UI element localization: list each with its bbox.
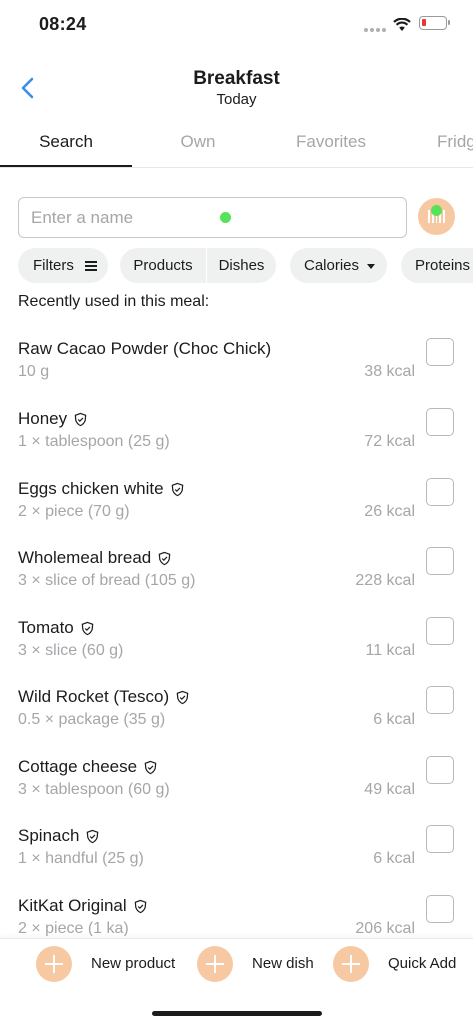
calories-label: Calories [304, 257, 360, 274]
list-item[interactable]: Wild Rocket (Tesco) 0.5 × package (35 g)… [0, 686, 473, 756]
tab-search[interactable]: Search [0, 118, 132, 167]
battery-level [422, 19, 426, 26]
item-portion: 0.5 × package (35 g) [18, 711, 166, 728]
item-checkbox[interactable] [426, 617, 454, 645]
item-kcal: 6 kcal [373, 711, 415, 728]
item-checkbox[interactable] [426, 686, 454, 714]
status-time: 08:24 [39, 14, 87, 34]
list-item[interactable]: Wholemeal bread 3 × slice of bread (105 … [0, 547, 473, 617]
tab-fridge[interactable]: Fridge [414, 118, 473, 167]
filters-label: Filters [33, 257, 74, 274]
filter-sliders-icon [85, 261, 97, 271]
item-portion: 10 g [18, 363, 50, 380]
verified-shield-icon [134, 899, 146, 913]
plus-icon [333, 946, 369, 982]
quick-add-button[interactable]: Quick Add [333, 946, 461, 982]
filter-chips: Filters Products Dishes Calories Protein… [18, 248, 473, 283]
item-kcal: 49 kcal [364, 781, 415, 798]
item-checkbox[interactable] [426, 338, 454, 366]
item-portion: 3 × slice (60 g) [18, 642, 124, 659]
list-item[interactable]: Tomato 3 × slice (60 g) 11 kcal [0, 617, 473, 687]
verified-shield-icon [176, 690, 189, 704]
scan-indicator-icon [431, 205, 442, 216]
bottom-action-bar: New product New dish Quick Add [0, 938, 473, 1024]
item-kcal: 38 kcal [364, 363, 415, 380]
new-product-button[interactable]: New product [36, 946, 186, 982]
verified-shield-icon [87, 829, 99, 843]
caret-down-icon [367, 264, 375, 269]
new-dish-label: New dish [252, 955, 314, 972]
item-portion: 1 × handful (25 g) [18, 850, 144, 867]
food-list: Raw Cacao Powder (Choc Chick) 10 g 38 kc… [0, 338, 473, 936]
list-item[interactable]: Spinach 1 × handful (25 g) 6 kcal [0, 825, 473, 895]
proteins-chip[interactable]: Proteins [401, 248, 473, 283]
verified-shield-icon [144, 760, 157, 774]
verified-shield-icon [81, 621, 94, 635]
battery-icon [419, 16, 450, 30]
products-chip[interactable]: Products [120, 248, 206, 283]
item-checkbox[interactable] [426, 408, 454, 436]
item-portion: 3 × slice of bread (105 g) [18, 572, 196, 589]
list-item[interactable]: Honey 1 × tablespoon (25 g) 72 kcal [0, 408, 473, 478]
tab-own[interactable]: Own [132, 118, 264, 167]
plus-icon [36, 946, 72, 982]
item-name: KitKat Original [18, 896, 127, 915]
quick-add-label: Quick Add [388, 955, 457, 972]
nav-header: Breakfast Today [0, 60, 473, 116]
item-kcal: 228 kcal [355, 572, 415, 589]
item-name: Eggs chicken white [18, 479, 164, 498]
item-kcal: 72 kcal [364, 433, 415, 450]
list-item[interactable]: Eggs chicken white 2 × piece (70 g) 26 k… [0, 478, 473, 548]
filters-chip[interactable]: Filters [18, 248, 108, 283]
item-checkbox[interactable] [426, 895, 454, 923]
barcode-scan-button[interactable] [418, 198, 455, 235]
item-portion: 2 × piece (1 ka) [18, 920, 129, 936]
item-name: Wholemeal bread [18, 548, 152, 567]
search-input[interactable] [18, 197, 407, 238]
item-name: Spinach [18, 826, 80, 845]
calories-chip[interactable]: Calories [290, 248, 387, 283]
type-toggle: Products Dishes [120, 248, 276, 283]
item-portion: 1 × tablespoon (25 g) [18, 433, 170, 450]
item-name: Wild Rocket (Tesco) [18, 687, 170, 706]
item-portion: 2 × piece (70 g) [18, 503, 130, 520]
page-subtitle: Today [216, 91, 257, 108]
item-name: Raw Cacao Powder (Choc Chick) [18, 339, 272, 358]
item-checkbox[interactable] [426, 478, 454, 506]
list-item[interactable]: Raw Cacao Powder (Choc Chick) 10 g 38 kc… [0, 338, 473, 408]
plus-icon [197, 946, 233, 982]
list-item[interactable]: Cottage cheese 3 × tablespoon (60 g) 49 … [0, 756, 473, 826]
voice-indicator-icon [220, 212, 231, 223]
tab-favorites[interactable]: Favorites [265, 118, 397, 167]
verified-shield-icon [74, 412, 87, 426]
item-kcal: 26 kcal [364, 503, 415, 520]
section-title: Recently used in this meal: [18, 293, 210, 310]
home-indicator [152, 1011, 322, 1016]
list-item[interactable]: KitKat Original 2 × piece (1 ka) 206 kca… [0, 895, 473, 936]
verified-shield-icon [158, 551, 171, 565]
item-kcal: 11 kcal [365, 642, 415, 659]
item-portion: 3 × tablespoon (60 g) [18, 781, 170, 798]
item-name: Honey [18, 409, 68, 428]
signal-icon [364, 28, 386, 32]
item-checkbox[interactable] [426, 547, 454, 575]
new-dish-button[interactable]: New dish [197, 946, 322, 982]
search-row [18, 197, 459, 238]
dishes-chip[interactable]: Dishes [206, 248, 276, 283]
item-name: Tomato [18, 618, 74, 637]
item-checkbox[interactable] [426, 756, 454, 784]
item-kcal: 206 kcal [355, 920, 415, 936]
new-product-label: New product [91, 955, 176, 972]
page-title: Breakfast [193, 68, 280, 89]
status-bar: 08:24 [0, 0, 473, 52]
verified-shield-icon [171, 482, 183, 496]
wifi-icon [393, 18, 411, 31]
item-kcal: 6 kcal [373, 850, 415, 867]
item-name: Cottage cheese [18, 757, 138, 776]
item-checkbox[interactable] [426, 825, 454, 853]
tab-bar: Search Own Favorites Fridge [0, 118, 473, 168]
